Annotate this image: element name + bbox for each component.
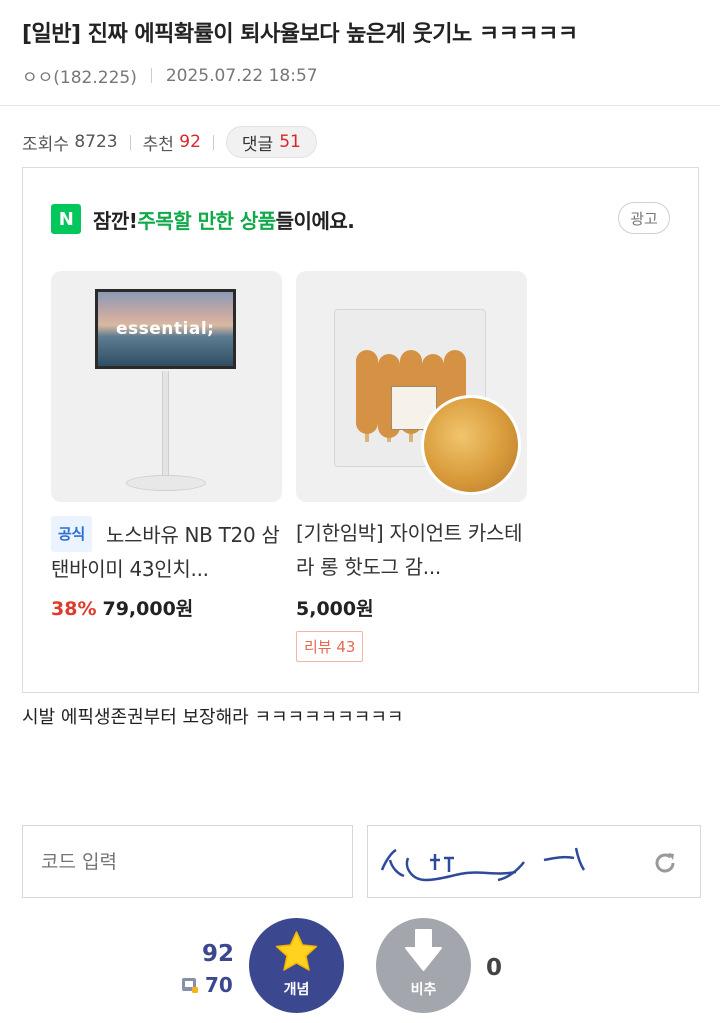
product-name[interactable]: [기한임박] 자이언트 카스테라 롱 핫도그 감... bbox=[296, 516, 527, 584]
star-icon bbox=[275, 931, 318, 971]
hotdog-closeup-image bbox=[421, 395, 521, 495]
ad-box: N 잠깐! 주목할 만한 상품 들이에요. 광고 essential; 공식 노스… bbox=[22, 167, 699, 693]
product-price-row: 5,000원 bbox=[296, 594, 527, 621]
comment-count: 51 bbox=[279, 132, 301, 152]
review-badge: 리뷰 43 bbox=[296, 631, 364, 662]
recommend-count: 92 bbox=[179, 132, 201, 152]
downvote-button[interactable]: 비추 bbox=[376, 918, 471, 1013]
ad-product-card[interactable]: [기한임박] 자이언트 카스테라 롱 핫도그 감... 5,000원 리뷰 43 bbox=[296, 271, 527, 662]
ad-headline-prefix: 잠깐! bbox=[93, 208, 138, 233]
ad-headline-suffix: 들이에요. bbox=[275, 208, 355, 233]
vote-area: 92 70 개념 비추 0 bbox=[0, 915, 720, 1023]
meta-divider bbox=[150, 68, 152, 83]
naver-logo: N bbox=[51, 204, 81, 234]
down-arrow-icon bbox=[405, 929, 442, 971]
post-body: 시발 에픽생존권부터 보장해라 ㅋㅋㅋㅋㅋㅋㅋㅋㅋ bbox=[22, 707, 404, 728]
refresh-icon[interactable] bbox=[652, 850, 678, 876]
product-name[interactable]: 공식 노스바유 NB T20 삼탠바이미 43인치... bbox=[51, 516, 282, 584]
ad-product-card[interactable]: essential; 공식 노스바유 NB T20 삼탠바이미 43인치... 3… bbox=[51, 271, 282, 621]
downvote-count: 0 bbox=[486, 955, 503, 981]
product-price: 79,000원 bbox=[102, 598, 194, 620]
views-count: 8723 bbox=[74, 132, 118, 152]
fixed-user-icon bbox=[182, 978, 198, 993]
comment-button[interactable]: 댓글 51 bbox=[225, 126, 317, 158]
product-discount: 38% bbox=[51, 598, 97, 620]
ad-headline: N 잠깐! 주목할 만한 상품 들이에요. bbox=[51, 204, 355, 234]
post-date: 2025.07.22 18:57 bbox=[165, 65, 318, 86]
hotdog-shape bbox=[356, 350, 378, 434]
stats-divider bbox=[212, 134, 214, 150]
fixed-upvote-number: 70 bbox=[205, 973, 233, 997]
upvote-count: 92 bbox=[202, 941, 235, 967]
product-price: 5,000원 bbox=[296, 598, 374, 620]
ad-headline-highlight: 주목할 만한 상품 bbox=[137, 208, 276, 233]
post-header: [일반] 진짜 에픽확률이 퇴사율보다 높은게 웃기노 ㅋㅋㅋㅋㅋ ㅇㅇ(182… bbox=[0, 0, 720, 106]
upvote-button[interactable]: 개념 bbox=[249, 918, 344, 1013]
upvote-label: 개념 bbox=[283, 982, 310, 998]
recommend-label: 추천 bbox=[142, 134, 174, 155]
captcha-image bbox=[367, 825, 701, 898]
fixed-upvote-count: 70 bbox=[181, 973, 233, 997]
product-image[interactable]: essential; bbox=[51, 271, 282, 502]
captcha-code-input[interactable] bbox=[22, 825, 353, 898]
product-price-row: 38% 79,000원 bbox=[51, 594, 282, 621]
post-stats: 조회수 8723 추천 92 댓글 51 bbox=[22, 126, 317, 158]
views-label: 조회수 bbox=[22, 134, 69, 155]
product-image[interactable] bbox=[296, 271, 527, 502]
official-badge: 공식 bbox=[51, 516, 93, 552]
post-author[interactable]: ㅇㅇ(182.225) bbox=[22, 63, 137, 88]
tv-stand bbox=[162, 371, 169, 479]
stats-divider bbox=[129, 134, 131, 150]
tv-base bbox=[126, 475, 206, 491]
downvote-label: 비추 bbox=[410, 982, 437, 998]
ad-badge[interactable]: 광고 bbox=[618, 202, 670, 234]
post-title: [일반] 진짜 에픽확률이 퇴사율보다 높은게 웃기노 ㅋㅋㅋㅋㅋ bbox=[22, 22, 578, 47]
tv-screen-image: essential; bbox=[95, 289, 236, 369]
comment-label: 댓글 bbox=[241, 134, 274, 155]
post-meta: ㅇㅇ(182.225) 2025.07.22 18:57 bbox=[22, 63, 318, 89]
captcha-scrawl bbox=[380, 847, 586, 882]
tv-screen-text: essential; bbox=[116, 319, 215, 339]
